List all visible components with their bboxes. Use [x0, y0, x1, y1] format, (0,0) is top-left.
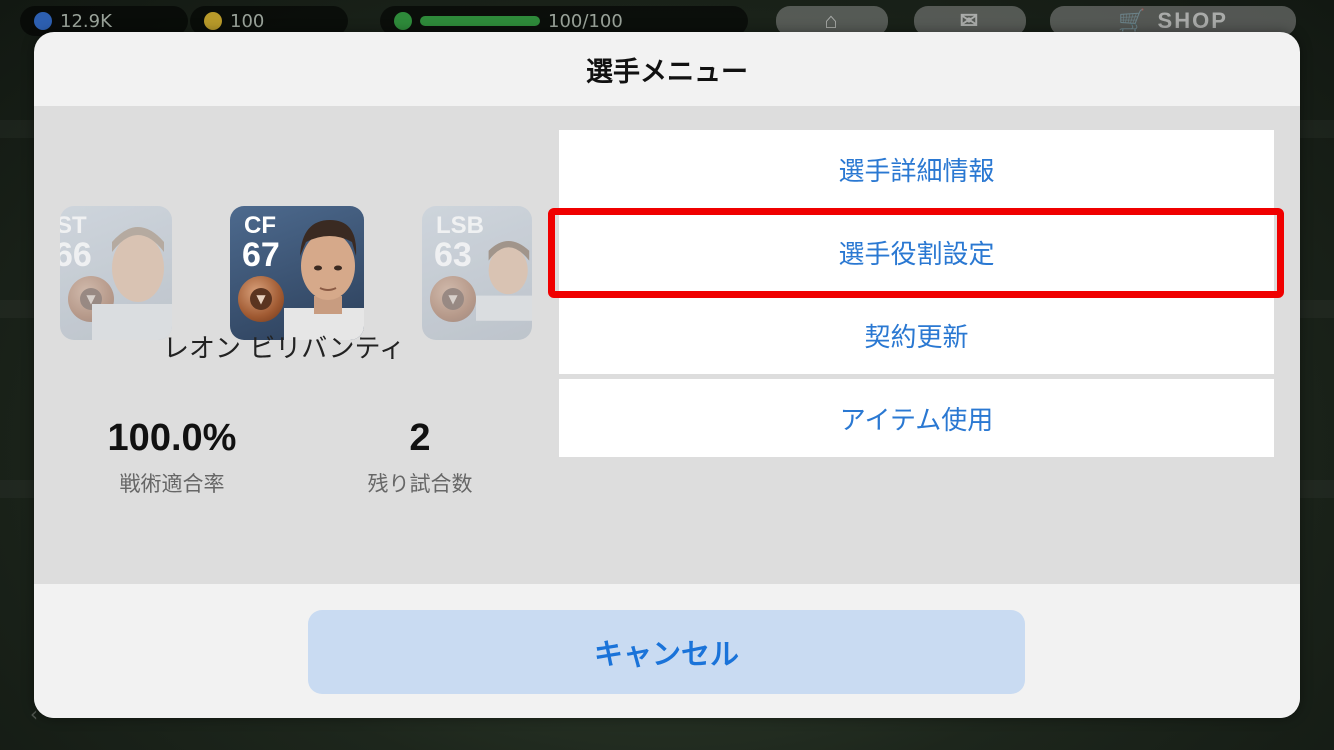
mail-icon: ✉	[959, 8, 981, 33]
player-face-icon	[284, 220, 364, 340]
current-player-card[interactable]: CF 67 ▼	[230, 206, 364, 340]
energy-icon	[394, 12, 412, 30]
card-rating: 63	[434, 236, 472, 274]
player-face-icon	[476, 241, 532, 321]
remaining-matches-label: 残り試合数	[367, 472, 473, 496]
menu-contract-renewal[interactable]: 契約更新	[559, 296, 1274, 374]
coin-value: 100	[230, 10, 265, 32]
gp-value: 12.9K	[60, 10, 112, 32]
remaining-matches-value: 2	[409, 417, 431, 459]
tactical-fit-value: 100.0%	[107, 417, 237, 459]
next-player-card[interactable]: LSB 63 ▼	[422, 206, 532, 340]
medal-icon: ▼	[430, 276, 476, 322]
energy-value: 100/100	[548, 10, 623, 32]
tactical-fit-stat: 100.0% 戦術適合率	[72, 416, 272, 498]
dialog-title: 選手メニュー	[586, 56, 748, 88]
home-icon: ⌂	[824, 8, 840, 33]
tactical-fit-label: 戦術適合率	[119, 472, 225, 496]
shop-label: SHOP	[1157, 8, 1228, 33]
card-rating: 67	[242, 236, 280, 274]
prev-player-card[interactable]: ST 66 ▼	[60, 206, 172, 340]
card-rating: 66	[60, 236, 92, 274]
energy-bar	[420, 16, 540, 26]
dialog-body: ST 66 ▼ CF 67 ▼ LSB 63 ▼ レオン ビリバンティ 100.…	[34, 106, 1300, 584]
player-name: レオン ビリバンティ	[162, 334, 405, 364]
menu-player-details[interactable]: 選手詳細情報	[559, 130, 1274, 208]
bronze-medal-icon: ▼	[238, 276, 284, 322]
dialog-footer: キャンセル	[34, 584, 1300, 718]
gp-coin-icon	[34, 12, 52, 30]
remaining-matches-stat: 2 残り試合数	[320, 416, 520, 498]
player-face-icon	[92, 227, 172, 340]
menu-player-role-settings[interactable]: 選手役割設定	[559, 213, 1274, 291]
cancel-button[interactable]: キャンセル	[308, 610, 1025, 694]
cart-icon: 🛒	[1118, 8, 1148, 33]
coin-icon	[204, 12, 222, 30]
menu-use-item[interactable]: アイテム使用	[559, 379, 1274, 457]
card-position: CF	[244, 212, 276, 239]
player-menu-dialog: 選手メニュー ST 66 ▼ CF 67 ▼ LSB 63 ▼ レオン ビリバン…	[34, 32, 1300, 718]
card-position: ST	[60, 212, 87, 239]
